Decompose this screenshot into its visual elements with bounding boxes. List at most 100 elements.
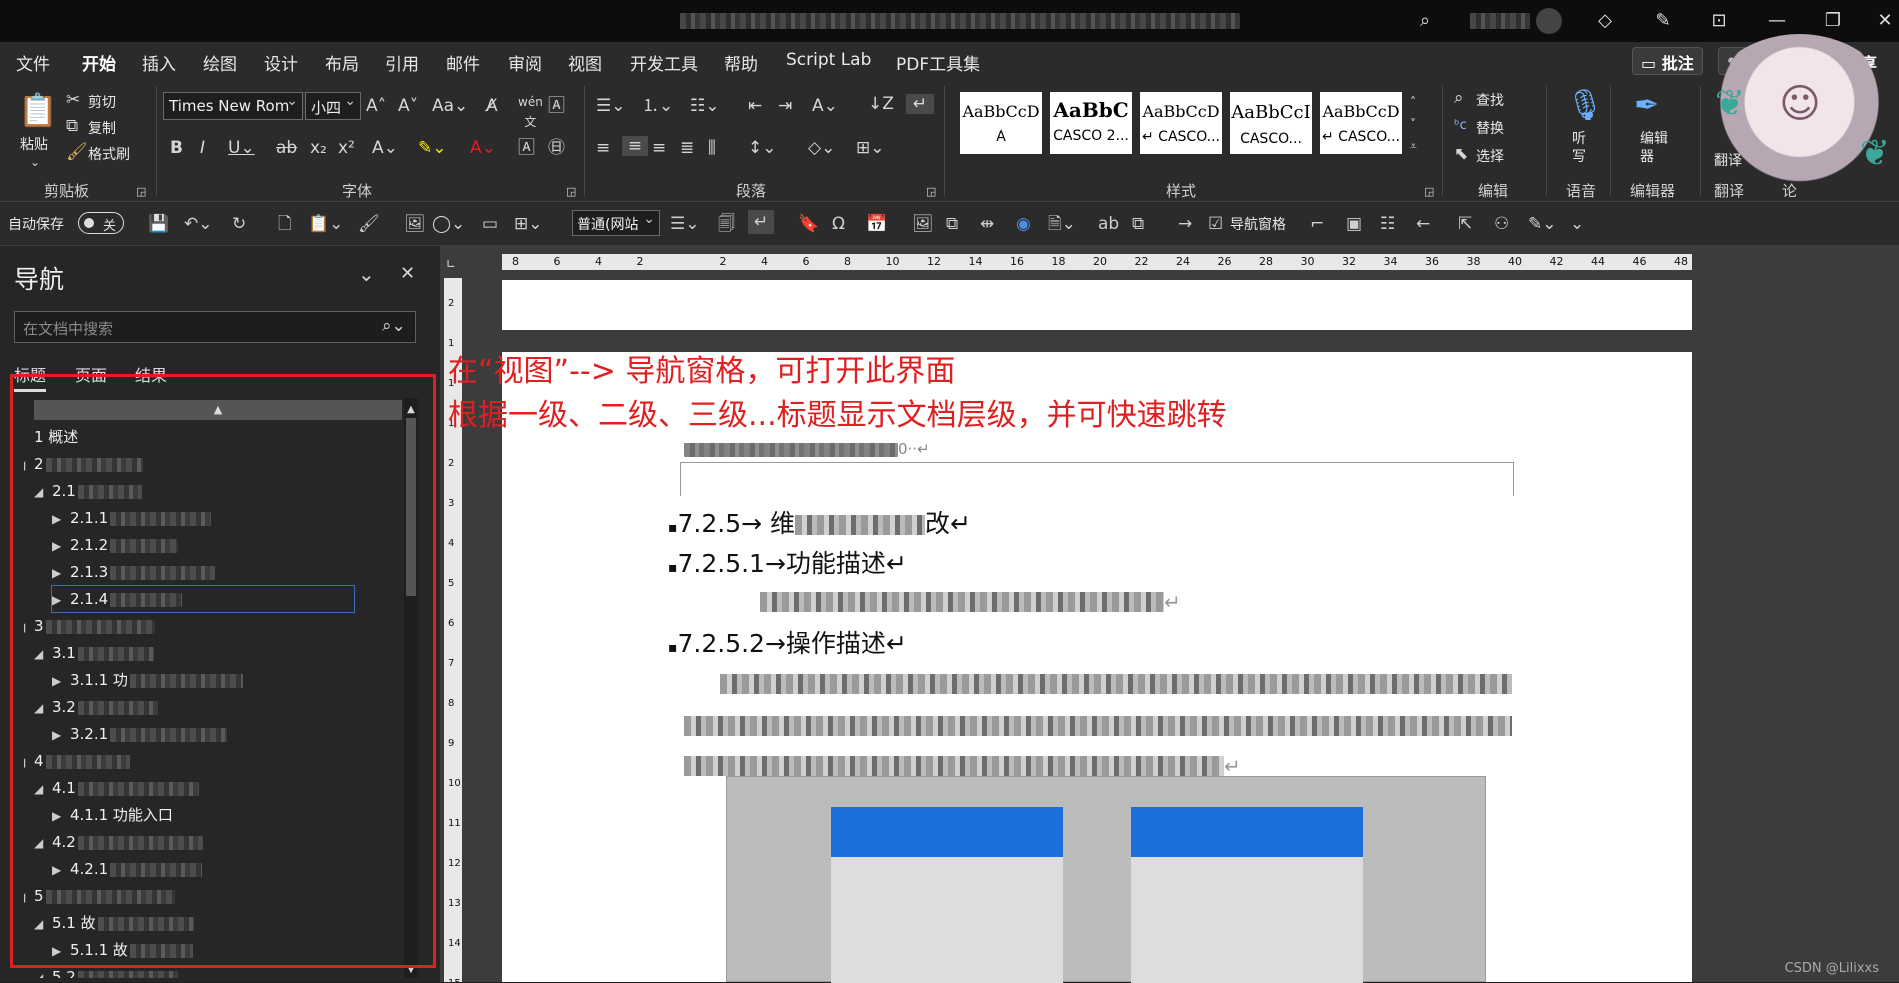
- justify-icon[interactable]: ≣: [680, 138, 694, 158]
- tree-item[interactable]: ◢5.1 故: [34, 910, 194, 936]
- chinese-layout-icon[interactable]: A⌄: [812, 96, 838, 116]
- editor-icon[interactable]: ✒: [1634, 88, 1659, 124]
- expand-icon[interactable]: ▶: [52, 803, 70, 829]
- tree-item[interactable]: ◢5: [24, 883, 175, 909]
- paste-icon[interactable]: 📋: [18, 90, 54, 130]
- expand-icon[interactable]: ▶: [52, 938, 70, 964]
- line-spacing-icon[interactable]: ↕⌄: [748, 138, 777, 158]
- new-doc-icon[interactable]: 🗋: [278, 214, 292, 234]
- bookmark-icon[interactable]: 🔖: [798, 214, 819, 234]
- collapse-icon[interactable]: ◢: [34, 965, 52, 978]
- tree-item[interactable]: ▶5.1.1 故: [52, 937, 193, 963]
- tree-item[interactable]: ▶2.1.3: [52, 559, 215, 585]
- style-tile[interactable]: AaBbCcI CASCO...: [1230, 92, 1312, 154]
- grow-font-icon[interactable]: A˄: [366, 96, 386, 116]
- tree-item[interactable]: ◢4: [24, 748, 130, 774]
- pen-icon[interactable]: ✎: [1650, 8, 1676, 34]
- shapes-icon[interactable]: ◯⌄: [432, 214, 465, 234]
- edit-doc-icon[interactable]: ✎⌄: [1528, 214, 1557, 234]
- tab-layout[interactable]: 布局: [325, 50, 359, 75]
- tab-help[interactable]: 帮助: [724, 50, 758, 75]
- style-tile[interactable]: AaBbCcD ↵ CASCO...: [1140, 92, 1222, 154]
- undo-icon[interactable]: ↶⌄: [184, 214, 213, 234]
- strikethrough-icon[interactable]: ab: [276, 138, 297, 158]
- tree-item[interactable]: ◢2: [24, 451, 143, 477]
- close-icon[interactable]: ✕: [400, 264, 415, 284]
- dialog-launcher-icon[interactable]: ◲: [1424, 182, 1434, 202]
- character-shading-icon[interactable]: 🄰: [518, 138, 535, 158]
- format-painter-button[interactable]: 格式刷: [88, 144, 130, 164]
- redo-icon[interactable]: ↻: [232, 214, 246, 234]
- expand-icon[interactable]: ▶: [52, 722, 70, 748]
- text-box-icon[interactable]: ▭: [482, 214, 498, 234]
- tree-item[interactable]: ◢4.1: [34, 775, 199, 801]
- text-effects-icon[interactable]: A⌄: [372, 138, 398, 158]
- embedded-screenshot[interactable]: [726, 776, 1486, 982]
- enclose-characters-icon[interactable]: ㊐: [548, 138, 565, 158]
- change-case-icon[interactable]: Aa⌄: [432, 96, 468, 116]
- increase-indent-icon[interactable]: ⇥: [778, 96, 792, 116]
- tab-view[interactable]: 视图: [568, 50, 602, 75]
- image-icon[interactable]: 🖼: [912, 214, 934, 234]
- tree-item[interactable]: ▶2.1.1: [52, 505, 211, 531]
- scroll-up-icon[interactable]: ▲: [404, 400, 418, 420]
- save-icon[interactable]: 💾: [148, 214, 169, 234]
- dialog-launcher-icon[interactable]: ◲: [136, 182, 146, 202]
- tree-item[interactable]: ◢4.2: [34, 829, 203, 855]
- italic-icon[interactable]: I: [200, 138, 205, 158]
- copy-format-icon[interactable]: 🗐: [718, 214, 735, 234]
- bullets-icon[interactable]: ☰⌄: [596, 96, 625, 116]
- tab-pdf-tools[interactable]: PDF工具集: [896, 50, 980, 75]
- expand-icon[interactable]: ▶: [52, 533, 70, 559]
- tab-draw[interactable]: 绘图: [203, 50, 237, 75]
- editor-button[interactable]: 编辑器: [1640, 130, 1670, 166]
- tree-item[interactable]: ▶4.1.1 功能入口: [52, 802, 173, 828]
- underline-icon[interactable]: U⌄: [228, 138, 255, 158]
- collapse-icon[interactable]: ◢: [34, 911, 52, 937]
- omega-icon[interactable]: Ω: [832, 214, 845, 234]
- table-icon[interactable]: ⊞⌄: [514, 214, 543, 234]
- collapse-icon[interactable]: ◢: [34, 479, 52, 505]
- tab-references[interactable]: 引用: [385, 50, 419, 75]
- nav-scrollbar[interactable]: ▲ ▼: [404, 398, 418, 978]
- tab-file[interactable]: 文件: [16, 50, 50, 75]
- shrink-font-icon[interactable]: A˅: [398, 96, 418, 116]
- shading-icon[interactable]: ◇⌄: [808, 138, 835, 158]
- tab-design[interactable]: 设计: [264, 50, 298, 75]
- customize-qat-icon[interactable]: ⌄: [1570, 214, 1584, 234]
- subscript-icon[interactable]: x₂: [310, 138, 327, 158]
- diamond-icon[interactable]: ◇: [1592, 8, 1618, 34]
- dictate-button[interactable]: 听写: [1572, 130, 1588, 166]
- tree-item[interactable]: ▶4.2.1: [52, 856, 202, 882]
- collapse-icon[interactable]: ◢: [24, 614, 34, 640]
- bold-icon[interactable]: B: [170, 138, 183, 158]
- nav-pane-checkbox-label[interactable]: 导航窗格: [1230, 214, 1286, 234]
- heading-7-2-5-1[interactable]: ▪7.2.5.1→功能描述↵: [668, 544, 907, 580]
- character-border-icon[interactable]: 🄰: [548, 96, 565, 116]
- chevron-down-icon[interactable]: ⌄: [30, 152, 40, 172]
- list-icon[interactable]: ☰⌄: [670, 214, 699, 234]
- sort-icon[interactable]: ↓Z: [868, 94, 894, 114]
- collapse-icon[interactable]: ◢: [24, 749, 34, 775]
- minimize-icon[interactable]: —: [1764, 8, 1790, 34]
- style-combo[interactable]: 普通(网站: [572, 210, 660, 236]
- scroll-down-icon[interactable]: ▼: [404, 960, 418, 980]
- tree-item[interactable]: ▶2.1.4: [52, 586, 354, 612]
- close-icon[interactable]: ✕: [1872, 8, 1898, 34]
- copy-icon[interactable]: ⧉: [946, 214, 958, 234]
- tree-item[interactable]: ◢3.2: [34, 694, 158, 720]
- find-button[interactable]: 查找: [1476, 90, 1504, 110]
- paste-button[interactable]: 粘贴: [20, 134, 48, 154]
- expand-icon[interactable]: ▶: [52, 560, 70, 586]
- comment-button[interactable]: ▭ 批注: [1632, 47, 1703, 75]
- distributed-icon[interactable]: ⫼: [708, 138, 716, 158]
- style-tile[interactable]: AaBbCcD À: [960, 92, 1042, 154]
- expand-icon[interactable]: ▶: [52, 506, 70, 532]
- scroll-thumb[interactable]: [406, 418, 416, 596]
- font-color-icon[interactable]: A⌄: [470, 138, 496, 158]
- styles-more-icon[interactable]: ⩡: [1410, 136, 1417, 156]
- borders-icon[interactable]: ⊞⌄: [856, 138, 885, 158]
- search-icon[interactable]: ⌕: [1412, 8, 1438, 34]
- tree-item[interactable]: 1 概述: [24, 424, 78, 450]
- style-tile[interactable]: AaBbC CASCO 2...: [1050, 92, 1132, 154]
